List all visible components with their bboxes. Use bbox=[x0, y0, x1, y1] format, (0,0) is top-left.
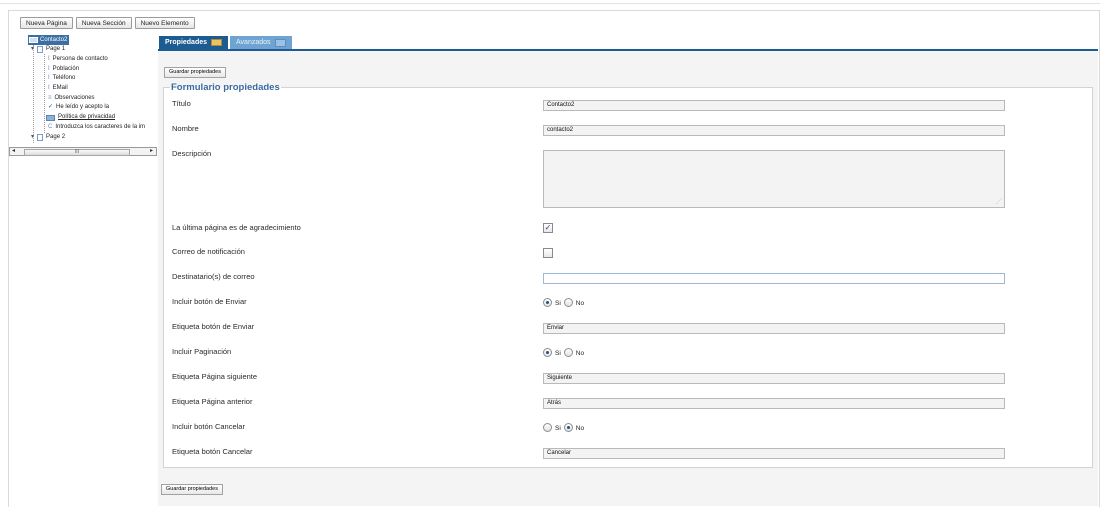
tree-connector bbox=[44, 54, 45, 133]
recipients-label: Destinatario(s) de correo bbox=[172, 272, 255, 281]
send-label-label: Etiqueta botón de Enviar bbox=[172, 322, 255, 331]
next-label-label: Etiqueta Página siguiente bbox=[172, 372, 258, 381]
include-cancel-radio-group: Si No bbox=[543, 423, 586, 432]
radio-yes-label: Si bbox=[555, 300, 561, 307]
resize-grip-icon[interactable]: ⋰ bbox=[996, 199, 1002, 205]
prev-label-input[interactable]: Atrás bbox=[543, 398, 1005, 409]
tree-item-label: Persona de contacto bbox=[52, 56, 108, 62]
text-field-icon: I bbox=[48, 75, 50, 81]
tree-connector bbox=[33, 45, 34, 143]
radio-no-label: No bbox=[575, 300, 585, 307]
tree-item[interactable]: I Persona de contacto bbox=[48, 55, 108, 64]
cancel-label-input[interactable]: Cancelar bbox=[543, 448, 1005, 459]
tree-node-page1[interactable]: ▾ Page 1 bbox=[31, 45, 65, 54]
notify-email-label: Correo de notificación bbox=[172, 247, 245, 256]
last-page-thanks-label: La última página es de agradecimiento bbox=[172, 223, 301, 232]
captcha-icon: C bbox=[48, 124, 53, 130]
checkbox-icon: ✓ bbox=[48, 104, 54, 110]
next-label-input[interactable]: Siguiente bbox=[543, 373, 1005, 384]
include-pagination-yes-radio[interactable] bbox=[543, 348, 552, 357]
include-cancel-yes-radio[interactable] bbox=[543, 423, 552, 432]
include-send-no-radio[interactable] bbox=[563, 298, 573, 307]
prev-label-label: Etiqueta Página anterior bbox=[172, 397, 253, 406]
toolbar: Nueva Página Nueva Sección Nuevo Element… bbox=[20, 17, 195, 29]
tree-item-label: He leído y acepto la bbox=[56, 104, 110, 110]
tree-item[interactable]: I Teléfono bbox=[48, 74, 75, 83]
tree-item-label: Observaciones bbox=[54, 95, 95, 101]
collapse-icon[interactable]: ▾ bbox=[31, 133, 34, 142]
tree-item[interactable]: C Introduzca los caracteres de la im bbox=[48, 123, 145, 132]
tab-properties-label: Propiedades bbox=[165, 39, 208, 46]
tab-advanced-label: Avanzados bbox=[236, 39, 271, 46]
tree-item[interactable]: ≡ Observaciones bbox=[48, 94, 95, 103]
include-pagination-no-radio[interactable] bbox=[563, 348, 573, 357]
text-field-icon: I bbox=[48, 56, 50, 62]
tree-root-node[interactable]: Contacto2 bbox=[28, 35, 70, 45]
tree-item[interactable]: Política de privacidad bbox=[46, 113, 115, 122]
new-page-button[interactable]: Nueva Página bbox=[20, 17, 73, 29]
tree-item[interactable]: ✓ He leído y acepto la bbox=[48, 103, 109, 112]
tree-page2-label: Page 2 bbox=[46, 134, 66, 140]
properties-tabs: Propiedades Avanzados bbox=[159, 36, 292, 49]
include-cancel-label: Incluir botón Cancelar bbox=[172, 422, 245, 431]
tree-item-label: EMail bbox=[52, 85, 68, 91]
tree-item[interactable]: I Población bbox=[48, 65, 79, 74]
radio-no-label: No bbox=[575, 350, 585, 357]
tree-node-page2[interactable]: ▾ Page 2 bbox=[31, 133, 65, 142]
top-border bbox=[0, 0, 1100, 4]
settings-list-icon bbox=[274, 38, 286, 47]
radio-yes-label: Si bbox=[555, 425, 561, 432]
radio-no-label: No bbox=[575, 425, 585, 432]
textarea-icon: ≡ bbox=[48, 95, 52, 101]
tab-advanced[interactable]: Avanzados bbox=[230, 36, 292, 49]
tree-item-label: Población bbox=[52, 66, 80, 72]
new-section-button[interactable]: Nueva Sección bbox=[75, 17, 132, 29]
edit-icon bbox=[211, 39, 223, 46]
text-field-icon: I bbox=[48, 85, 50, 91]
save-properties-button-bottom[interactable]: Guardar propiedades bbox=[161, 484, 223, 495]
description-label: Descripción bbox=[172, 149, 212, 158]
tree-item-label: Introduzca los caracteres de la im bbox=[55, 124, 146, 130]
tree-item[interactable]: I EMail bbox=[48, 84, 68, 93]
include-send-label: Incluir botón de Enviar bbox=[172, 297, 247, 306]
name-input[interactable]: contacto2 bbox=[543, 125, 1005, 136]
page-icon bbox=[37, 46, 44, 53]
tree-page1-label: Page 1 bbox=[46, 46, 66, 52]
fieldset-legend: Formulario propiedades bbox=[171, 82, 280, 93]
collapse-icon[interactable]: ▾ bbox=[31, 45, 34, 54]
form-icon bbox=[29, 37, 38, 43]
scroll-right-arrow-icon[interactable]: ▸ bbox=[150, 148, 153, 155]
scroll-thumb[interactable]: III bbox=[24, 149, 130, 156]
text-field-icon: I bbox=[48, 66, 50, 72]
tree-root-label: Contacto2 bbox=[40, 37, 68, 43]
tree-horizontal-scrollbar[interactable]: ◂ III ▸ bbox=[9, 147, 157, 156]
tree-item-label: Política de privacidad bbox=[58, 114, 116, 120]
notify-email-checkbox[interactable] bbox=[543, 248, 553, 258]
include-send-radio-group: Si No bbox=[543, 298, 586, 307]
save-properties-button[interactable]: Guardar propiedades bbox=[164, 67, 226, 78]
include-pagination-label: Incluir Paginación bbox=[172, 347, 232, 356]
last-page-thanks-checkbox[interactable]: ✓ bbox=[543, 223, 553, 233]
properties-panel: Guardar propiedades Formulario propiedad… bbox=[158, 51, 1098, 506]
form-tree: Contacto2 ▾ Page 1 I Persona de contacto… bbox=[28, 35, 156, 145]
include-send-yes-radio[interactable] bbox=[543, 298, 552, 307]
cancel-label-label: Etiqueta botón Cancelar bbox=[172, 447, 253, 456]
scroll-left-arrow-icon[interactable]: ◂ bbox=[12, 148, 15, 155]
description-textarea[interactable]: ⋰ bbox=[543, 150, 1005, 208]
title-input[interactable]: Contacto2 bbox=[543, 100, 1005, 111]
send-label-input[interactable]: Enviar bbox=[543, 323, 1005, 334]
include-pagination-radio-group: Si No bbox=[543, 348, 586, 357]
include-cancel-no-radio[interactable] bbox=[563, 423, 573, 432]
recipients-input[interactable] bbox=[543, 273, 1005, 284]
name-label: Nombre bbox=[172, 124, 199, 133]
tree-item-label: Teléfono bbox=[52, 75, 76, 81]
new-element-button[interactable]: Nuevo Elemento bbox=[134, 17, 195, 29]
page-icon bbox=[37, 134, 44, 141]
section-icon bbox=[46, 114, 55, 121]
form-properties-fieldset: Formulario propiedades Título Contacto2 … bbox=[163, 82, 1093, 468]
tab-properties[interactable]: Propiedades bbox=[159, 36, 229, 49]
scroll-grip: III bbox=[74, 149, 80, 155]
radio-yes-label: Si bbox=[555, 350, 561, 357]
title-label: Título bbox=[172, 99, 191, 108]
